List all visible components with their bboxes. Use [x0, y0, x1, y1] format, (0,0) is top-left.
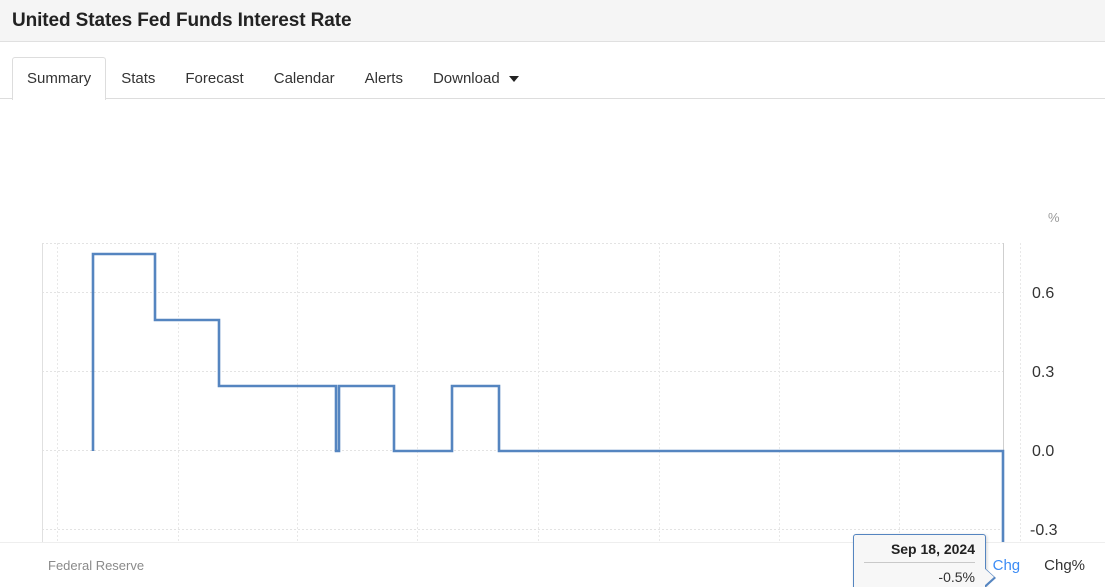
y-tick-label-2: 0.0 — [1032, 443, 1054, 460]
tab-alerts-label: Alerts — [364, 70, 403, 87]
series-toggle-chg[interactable]: Chg — [993, 557, 1021, 574]
y-axis-unit-label: % — [1048, 210, 1060, 225]
tooltip-arrow-fill — [984, 568, 994, 586]
chart-svg: % 0.6 0.3 0.0 -0.3 Oct 2023 Apr Jul Oct … — [42, 210, 1060, 542]
tab-bar: Summary Stats Forecast Calendar Alerts D… — [0, 42, 1105, 100]
chart-tooltip: Sep 18, 2024 -0.5% — [853, 534, 996, 587]
tab-stats-label: Stats — [121, 70, 156, 87]
tab-download-label: Download — [432, 70, 500, 87]
tab-download[interactable]: Download — [418, 57, 534, 99]
chevron-down-icon — [508, 76, 519, 83]
page-root: United States Fed Funds Interest Rate Su… — [0, 0, 1105, 587]
y-tick-label-3: -0.3 — [1030, 522, 1058, 539]
plot-area — [42, 243, 1003, 542]
source-label: Federal Reserve — [48, 557, 145, 573]
tab-forecast-label: Forecast — [185, 70, 244, 87]
y-tick-label-1: 0.3 — [1032, 364, 1054, 381]
tab-stats[interactable]: Stats — [106, 57, 170, 99]
tab-calendar[interactable]: Calendar — [259, 57, 350, 99]
tooltip-date: Sep 18, 2024 — [864, 541, 975, 563]
tab-alerts[interactable]: Alerts — [350, 57, 418, 99]
chart-container[interactable]: % 0.6 0.3 0.0 -0.3 Oct 2023 Apr Jul Oct … — [0, 99, 1105, 587]
tab-calendar-label: Calendar — [273, 70, 335, 87]
page-header: United States Fed Funds Interest Rate — [0, 0, 1105, 42]
tooltip-value: -0.5% — [938, 569, 975, 585]
y-tick-label-0: 0.6 — [1032, 285, 1054, 302]
tab-summary-label: Summary — [27, 70, 92, 87]
page-title: United States Fed Funds Interest Rate — [12, 9, 352, 31]
series-toggle-chgpct[interactable]: Chg% — [1044, 557, 1085, 574]
tab-summary[interactable]: Summary — [12, 57, 107, 100]
tab-forecast[interactable]: Forecast — [170, 57, 258, 99]
